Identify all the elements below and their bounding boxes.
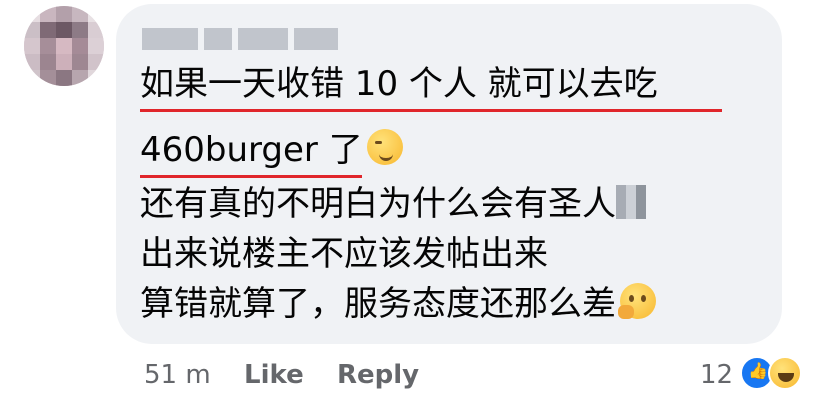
red-underline-2 — [140, 175, 362, 178]
comment-line-3: 还有真的不明白为什么会有圣人 — [140, 182, 646, 226]
thinking-emoji-icon — [618, 283, 656, 319]
censored-character — [616, 185, 646, 219]
comment-footer: 51 m Like Reply 12 — [0, 356, 828, 396]
avatar[interactable] — [24, 6, 104, 86]
reply-button[interactable]: Reply — [337, 360, 419, 390]
comment-line-2: 460burger 了 — [140, 128, 403, 172]
comment-line-1: 如果一天收错 10 个人 就可以去吃 — [140, 64, 658, 104]
like-button[interactable]: Like — [244, 360, 304, 390]
comment-line-2-text: 460burger 了 — [140, 130, 363, 170]
reaction-count[interactable]: 12 — [700, 360, 733, 390]
red-underline-1 — [140, 109, 722, 112]
smirk-emoji-icon — [366, 129, 403, 165]
timestamp[interactable]: 51 m — [144, 360, 211, 390]
comment-line-5: 算错就算了，服务态度还那么差 — [140, 282, 656, 326]
haha-reaction-icon[interactable] — [768, 356, 802, 390]
author-name-blurred[interactable] — [142, 28, 338, 50]
comment-line-3-text: 还有真的不明白为什么会有圣人 — [140, 184, 616, 224]
comment-line-5-text: 算错就算了，服务态度还那么差 — [140, 284, 616, 324]
comment-line-4: 出来说楼主不应该发帖出来 — [140, 234, 548, 274]
comment-bubble: 如果一天收错 10 个人 就可以去吃 460burger 了 还有真的不明白为什… — [116, 4, 782, 344]
